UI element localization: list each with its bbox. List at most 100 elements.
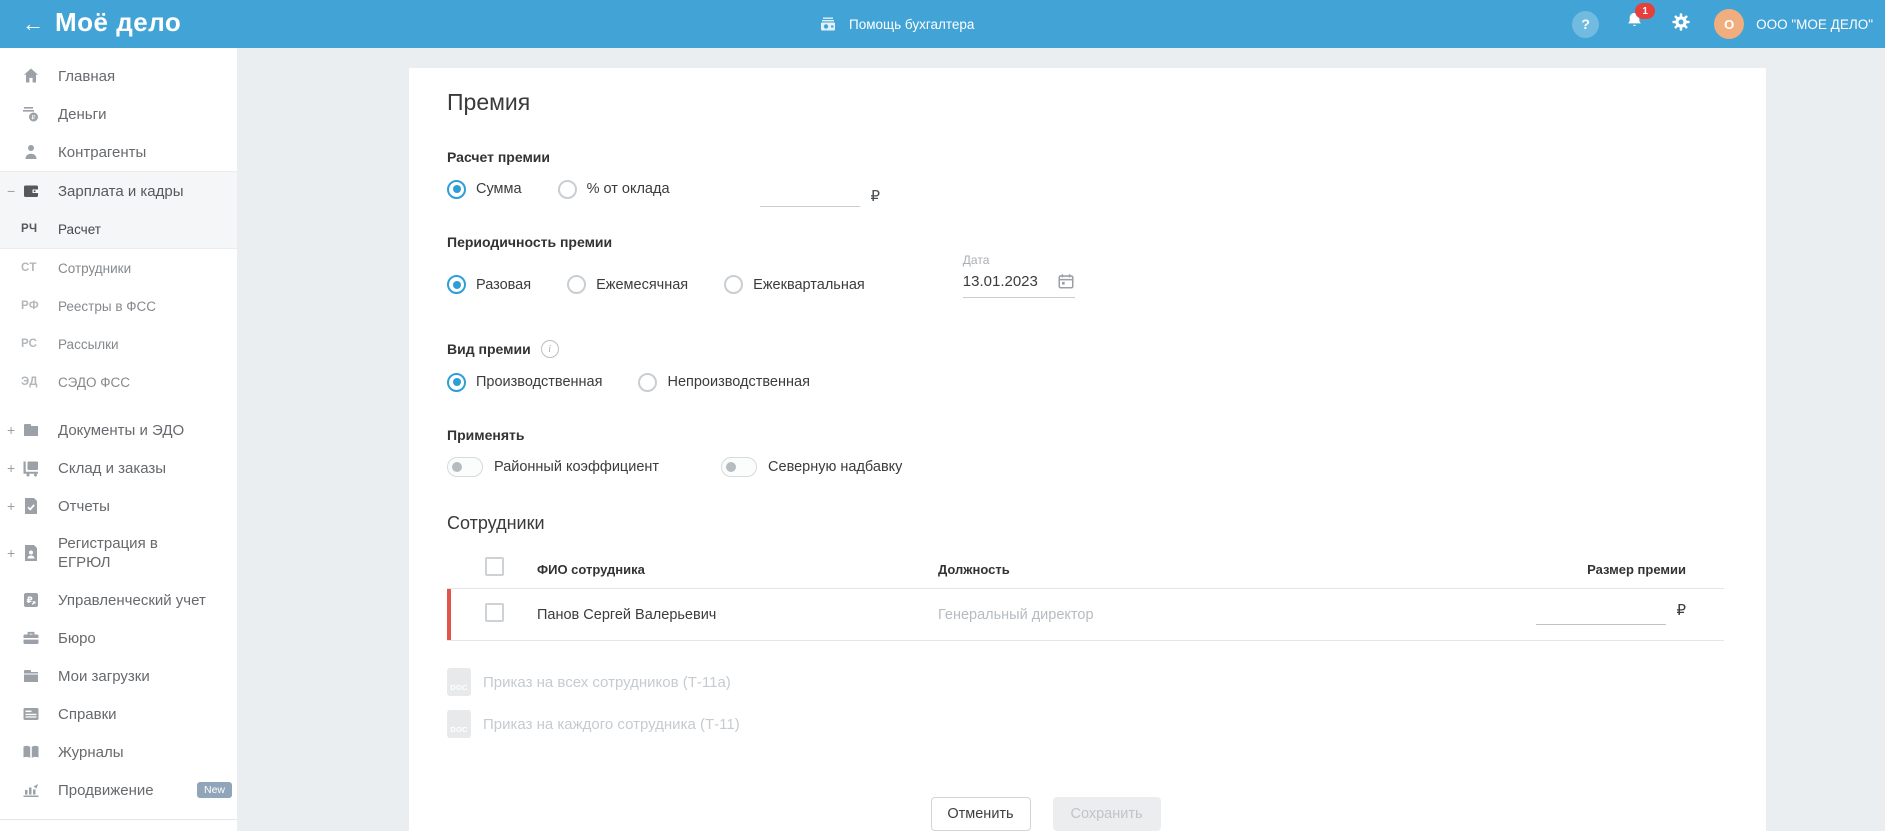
premium-amount-input[interactable] bbox=[1536, 604, 1667, 625]
expander-icon[interactable]: + bbox=[7, 498, 21, 514]
row-checkbox[interactable] bbox=[485, 602, 504, 622]
date-value-row[interactable]: 13.01.2023 bbox=[962, 272, 1075, 298]
sidebar-item-расчет[interactable]: РЧ Расчет bbox=[0, 210, 237, 249]
reports-icon bbox=[21, 496, 41, 516]
submenu-prefix: ЭД bbox=[21, 376, 38, 388]
sidebar-item-label: Рассылки bbox=[58, 336, 119, 352]
radio-icon[interactable] bbox=[447, 179, 466, 199]
back-arrow-icon[interactable]: ← bbox=[22, 9, 44, 39]
sidebar-item-управленческий-учет[interactable]: Управленческий учет bbox=[0, 581, 237, 619]
sidebar-item-мои-загрузки[interactable]: Мои загрузки bbox=[0, 657, 237, 695]
doc-link[interactable]: DOC Приказ на всех сотрудников (Т-11а) bbox=[447, 661, 1724, 703]
radio-option[interactable]: Ежеквартальная bbox=[724, 275, 865, 294]
table-row: Панов Сергей Валерьевич Генеральный дирек… bbox=[447, 589, 1724, 641]
date-field[interactable]: Дата 13.01.2023 bbox=[962, 253, 1075, 298]
radio-option[interactable]: Ежемесячная bbox=[567, 275, 688, 294]
radio-option[interactable]: Сумма bbox=[447, 179, 522, 199]
sidebar-divider bbox=[0, 819, 237, 820]
apply-section-label: Применять bbox=[447, 427, 525, 443]
certificates-icon bbox=[21, 704, 41, 724]
toggle-option[interactable]: Северную надбавку bbox=[721, 457, 902, 477]
sidebar-item-сотрудники[interactable]: СТ Сотрудники bbox=[0, 249, 237, 287]
org-name[interactable]: ООО "МОЕ ДЕЛО" bbox=[1756, 17, 1873, 32]
kind-radio-row: Производственная Непроизводственная bbox=[447, 370, 1724, 394]
sidebar-item-реестры-в-фсс[interactable]: РФ Реестры в ФСС bbox=[0, 287, 237, 325]
amount-input[interactable] bbox=[759, 185, 860, 207]
sidebar-item-главная[interactable]: Главная bbox=[0, 57, 237, 95]
bureau-icon bbox=[21, 628, 41, 648]
radio-option[interactable]: Разовая bbox=[447, 275, 531, 294]
employees-title: Сотрудники bbox=[447, 513, 545, 533]
sidebar-item-продвижение[interactable]: Продвижение New bbox=[0, 771, 237, 809]
sidebar-item-label: Главная bbox=[58, 67, 116, 85]
settings-button[interactable] bbox=[1670, 11, 1692, 38]
radio-icon[interactable] bbox=[447, 372, 466, 392]
partners-icon bbox=[21, 142, 41, 162]
expander-icon[interactable]: + bbox=[7, 422, 21, 438]
radio-label: Сумма bbox=[476, 181, 522, 197]
sidebar-item-отчеты[interactable]: + Отчеты bbox=[0, 487, 237, 525]
sidebar-item-label: Контрагенты bbox=[58, 143, 147, 161]
date-value[interactable]: 13.01.2023 bbox=[963, 273, 1057, 290]
doc-links: DOC Приказ на всех сотрудников (Т-11а) DOC… bbox=[447, 661, 1724, 745]
radio-icon[interactable] bbox=[638, 372, 658, 392]
sidebar-item-label: СЭДО ФСС bbox=[58, 374, 131, 390]
radio-icon[interactable] bbox=[557, 179, 577, 199]
help-center-button[interactable]: Помощь бухгалтера bbox=[818, 0, 974, 48]
sidebar-item-деньги[interactable]: Деньги bbox=[0, 95, 237, 133]
gear-icon bbox=[1670, 11, 1692, 33]
radio-icon[interactable] bbox=[724, 275, 744, 294]
sidebar-item-документы-и-эдо[interactable]: + Документы и ЭДО bbox=[0, 411, 237, 449]
sidebar-item-label: Склад и заказы bbox=[58, 459, 167, 477]
avatar[interactable]: О bbox=[1714, 9, 1745, 39]
doc-file-icon: DOC bbox=[447, 668, 471, 696]
sidebar-item-бюро[interactable]: Бюро bbox=[0, 619, 237, 657]
money-help-icon bbox=[818, 14, 838, 34]
cancel-button[interactable]: Отменить bbox=[930, 797, 1031, 831]
sidebar-item-журналы[interactable]: Журналы bbox=[0, 733, 237, 771]
toggle-label: Северную надбавку bbox=[768, 459, 903, 475]
sidebar-item-сэдо-фсс[interactable]: ЭД СЭДО ФСС bbox=[0, 363, 237, 401]
sidebar-item-контрагенты[interactable]: Контрагенты bbox=[0, 133, 237, 171]
info-icon[interactable]: i bbox=[540, 340, 559, 358]
toggle-option[interactable]: Районный коэффициент bbox=[447, 457, 659, 477]
expander-icon[interactable]: + bbox=[7, 545, 21, 561]
registration-icon bbox=[21, 543, 41, 563]
notifications-button[interactable]: 1 bbox=[1623, 3, 1656, 38]
help-icon[interactable]: ? bbox=[1572, 10, 1600, 38]
calc-radio-row: Сумма % от оклада ₽ bbox=[447, 177, 1724, 207]
radio-option[interactable]: Непроизводственная bbox=[638, 372, 810, 392]
toggle-switch[interactable] bbox=[721, 457, 758, 477]
toggle-switch[interactable] bbox=[447, 457, 483, 477]
select-all-checkbox[interactable] bbox=[485, 557, 504, 576]
sidebar-item-label: Деньги bbox=[58, 105, 107, 123]
sidebar-item-зарплата-и-кадры[interactable]: − Зарплата и кадры bbox=[0, 171, 237, 210]
help-center-label: Помощь бухгалтера bbox=[849, 16, 975, 32]
column-header-amount: Размер премии bbox=[1587, 561, 1686, 577]
sidebar-item-label: Продвижение bbox=[58, 781, 154, 799]
submenu-prefix: РФ bbox=[21, 300, 39, 312]
documents-icon bbox=[21, 420, 41, 440]
app-logo[interactable]: Моё дело bbox=[55, 7, 181, 38]
calendar-icon[interactable] bbox=[1057, 272, 1075, 290]
save-button[interactable]: Сохранить bbox=[1052, 797, 1161, 831]
radio-icon[interactable] bbox=[567, 275, 587, 294]
doc-icon-text: DOC bbox=[450, 725, 468, 734]
salary-icon bbox=[21, 181, 41, 201]
column-header-position: Должность bbox=[938, 561, 1010, 577]
premium-form-card: Премия Расчет премии Сумма% от оклада ₽ … bbox=[409, 68, 1766, 831]
doc-link[interactable]: DOC Приказ на каждого сотрудника (Т-11) bbox=[447, 703, 1724, 745]
sidebar-item-рассылки[interactable]: РС Рассылки bbox=[0, 325, 237, 363]
sidebar-item-справки[interactable]: Справки bbox=[0, 695, 237, 733]
expander-icon[interactable]: − bbox=[7, 183, 21, 199]
radio-option[interactable]: Производственная bbox=[447, 372, 603, 392]
radio-label: Непроизводственная bbox=[667, 374, 810, 390]
radio-icon[interactable] bbox=[447, 275, 466, 294]
radio-option[interactable]: % от оклада bbox=[557, 179, 670, 199]
employees-table: ФИО сотрудника Должность Размер премии П… bbox=[447, 550, 1724, 641]
radio-label: Производственная bbox=[476, 374, 603, 390]
sidebar-item-склад-и-заказы[interactable]: + Склад и заказы bbox=[0, 449, 237, 487]
sidebar-item-регистрация-в-егрюл[interactable]: + Регистрация в ЕГРЮЛ bbox=[0, 525, 237, 581]
management-icon bbox=[21, 590, 41, 610]
expander-icon[interactable]: + bbox=[7, 460, 21, 476]
